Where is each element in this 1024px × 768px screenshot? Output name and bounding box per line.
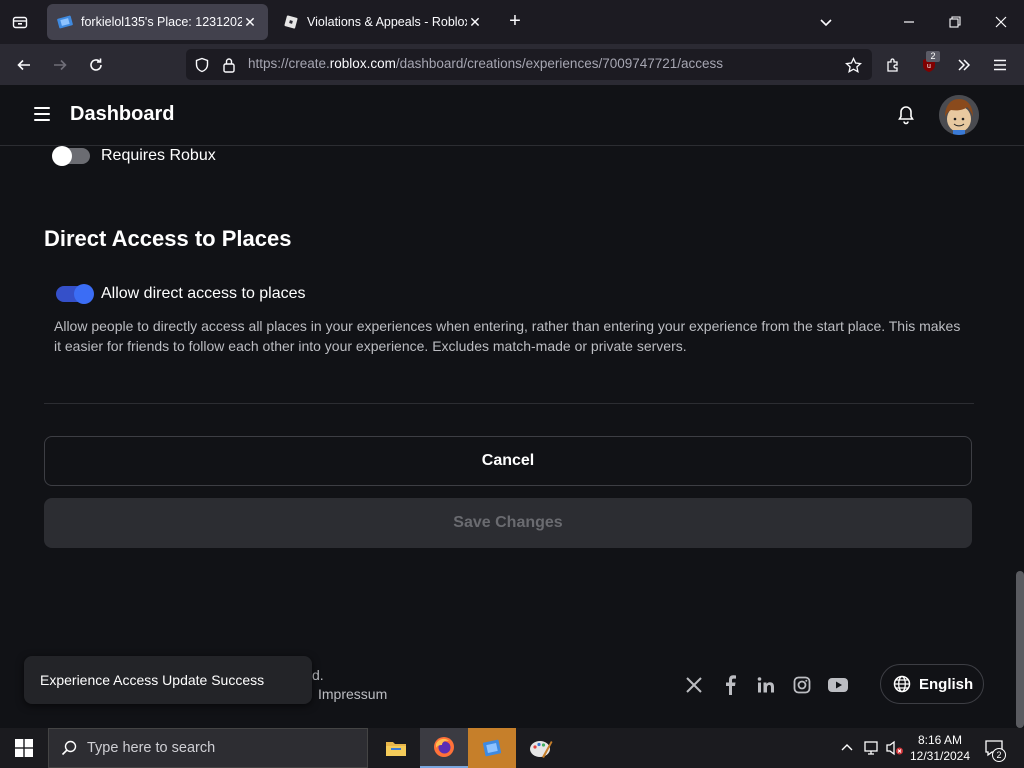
firefox-icon[interactable]	[420, 728, 468, 768]
app-menu-icon[interactable]	[987, 52, 1013, 78]
instagram-icon[interactable]	[791, 674, 813, 696]
taskbar-clock[interactable]: 8:16 AM 12/31/2024	[904, 732, 976, 764]
direct-access-toggle[interactable]	[56, 284, 94, 304]
notifications-bell-icon[interactable]	[896, 104, 916, 126]
file-explorer-icon[interactable]	[372, 728, 420, 768]
direct-access-label: Allow direct access to places	[101, 285, 306, 302]
tracking-protection-shield-icon[interactable]	[189, 52, 215, 78]
section-divider	[44, 403, 974, 404]
notification-center-icon[interactable]	[980, 728, 1008, 768]
tab-title: forkielol135's Place: 12312024_1	[81, 15, 242, 29]
close-window-icon[interactable]	[988, 0, 1014, 44]
paint-app-icon[interactable]	[517, 728, 565, 768]
roblox-studio-icon[interactable]	[468, 728, 516, 768]
page-title: Dashboard	[70, 103, 175, 125]
url-prefix: https://create.	[248, 56, 330, 71]
roblox-studio-favicon-icon	[57, 14, 73, 30]
globe-icon	[893, 675, 911, 693]
clock-time: 8:16 AM	[917, 733, 963, 747]
svg-text:u: u	[927, 63, 931, 70]
success-toast: Experience Access Update Success	[24, 656, 312, 704]
extensions-puzzle-icon[interactable]	[880, 52, 906, 78]
reload-icon[interactable]	[83, 52, 109, 78]
restore-window-icon[interactable]	[942, 0, 968, 44]
lock-icon[interactable]	[216, 52, 242, 78]
browser-tab-bar: forkielol135's Place: 12312024_1 ✕ Viola…	[0, 0, 1024, 44]
network-icon[interactable]	[860, 728, 882, 768]
search-icon	[61, 740, 77, 756]
youtube-icon[interactable]	[827, 674, 849, 696]
url-path: /dashboard/creations/experiences/7009747…	[395, 56, 724, 71]
footer-copyright-text: d.	[312, 667, 324, 683]
requires-robux-toggle[interactable]	[52, 146, 90, 166]
tab-violations-appeals[interactable]: Violations & Appeals - Roblox ✕	[273, 4, 493, 40]
cancel-button[interactable]: Cancel	[44, 436, 972, 486]
url-host: roblox.com	[329, 56, 396, 71]
tab-title: Violations & Appeals - Roblox	[307, 15, 467, 29]
toast-message: Experience Access Update Success	[40, 672, 265, 688]
back-arrow-icon[interactable]	[11, 52, 37, 78]
direct-access-description: Allow people to directly access all plac…	[54, 318, 961, 354]
minimize-window-icon[interactable]	[896, 0, 922, 44]
tab-list-icon[interactable]	[8, 10, 32, 34]
new-tab-icon[interactable]: +	[503, 10, 527, 34]
tab-roblox-place[interactable]: forkielol135's Place: 12312024_1 ✕	[47, 4, 268, 40]
impressum-link[interactable]: Impressum	[318, 686, 387, 702]
extension-badge: 2	[926, 51, 940, 62]
language-selector-button[interactable]: English	[880, 664, 984, 704]
show-hidden-icons-chevron-icon[interactable]	[838, 728, 856, 768]
close-tab-icon[interactable]: ✕	[467, 14, 483, 31]
list-all-tabs-chevron-icon[interactable]	[814, 0, 838, 44]
url-text[interactable]: https://create.roblox.com/dashboard/crea…	[248, 56, 723, 71]
notification-count-badge: 2	[992, 748, 1006, 762]
bookmark-star-icon[interactable]	[840, 52, 866, 78]
requires-robux-label: Requires Robux	[101, 147, 216, 164]
windows-taskbar: Type here to search 8:16 AM 12/31/2024 2	[0, 728, 1024, 768]
roblox-favicon-icon	[283, 14, 299, 30]
linkedin-icon[interactable]	[755, 674, 777, 696]
user-avatar[interactable]	[939, 95, 979, 135]
close-tab-icon[interactable]: ✕	[242, 14, 258, 31]
facebook-icon[interactable]	[719, 674, 741, 696]
hamburger-menu-icon[interactable]	[34, 107, 50, 121]
save-changes-button[interactable]: Save Changes	[44, 498, 972, 548]
x-icon[interactable]	[683, 674, 705, 696]
volume-muted-icon[interactable]	[884, 728, 906, 768]
taskbar-search-input[interactable]: Type here to search	[48, 728, 368, 768]
clock-date: 12/31/2024	[909, 749, 971, 763]
windows-start-icon[interactable]	[0, 728, 48, 768]
forward-arrow-icon[interactable]	[47, 52, 73, 78]
dashboard-header: Dashboard	[0, 85, 1024, 146]
direct-access-section-title: Direct Access to Places	[44, 226, 292, 251]
search-placeholder: Type here to search	[87, 740, 216, 756]
page-scrollbar[interactable]	[1016, 571, 1024, 728]
language-label: English	[919, 675, 974, 693]
more-tools-chevrons-icon[interactable]	[951, 52, 977, 78]
